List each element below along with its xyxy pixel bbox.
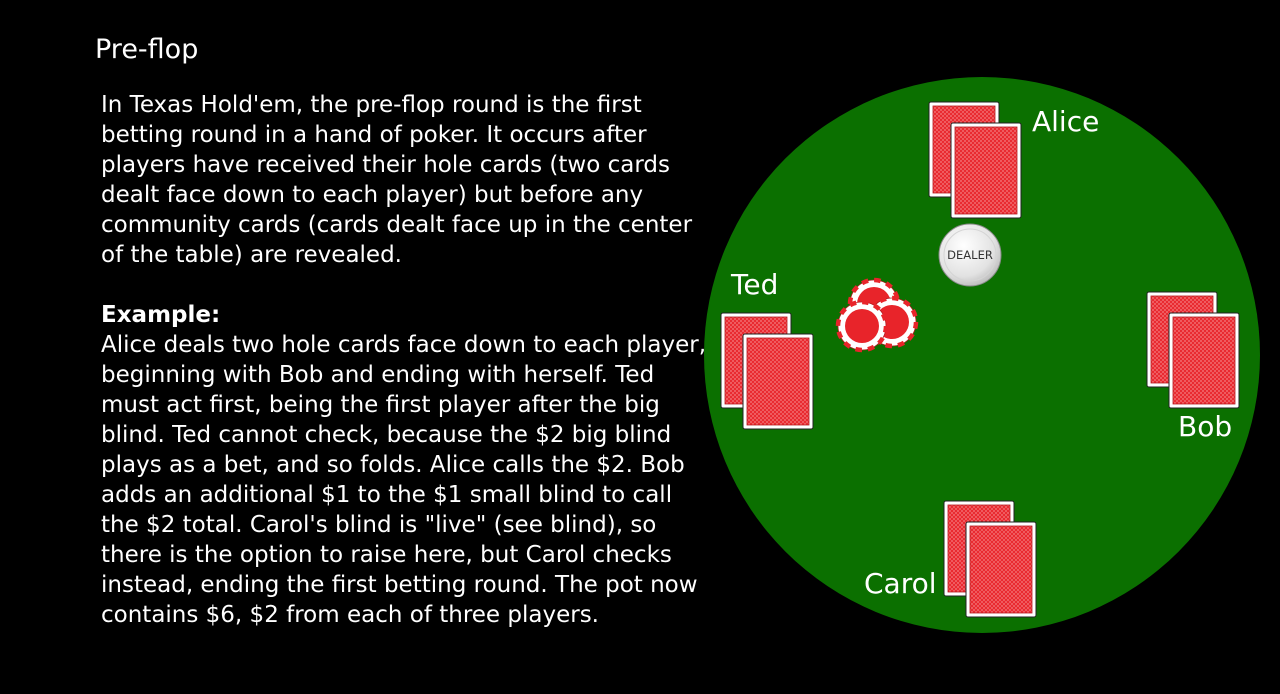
card-back bbox=[965, 521, 1037, 618]
card-back bbox=[950, 122, 1022, 219]
dealer-button: DEALER bbox=[938, 223, 1002, 287]
player-name-carol: Carol bbox=[864, 567, 937, 600]
poker-table-diagram: Alice Bob Carol Ted DEALER bbox=[704, 77, 1260, 633]
player-name-alice: Alice bbox=[1032, 105, 1099, 138]
card-back bbox=[742, 333, 814, 430]
poker-chip bbox=[838, 302, 886, 350]
player-name-bob: Bob bbox=[1178, 410, 1232, 443]
player-name-ted: Ted bbox=[730, 268, 778, 301]
card-back bbox=[1168, 312, 1240, 409]
dealer-button-label: DEALER bbox=[947, 248, 993, 262]
